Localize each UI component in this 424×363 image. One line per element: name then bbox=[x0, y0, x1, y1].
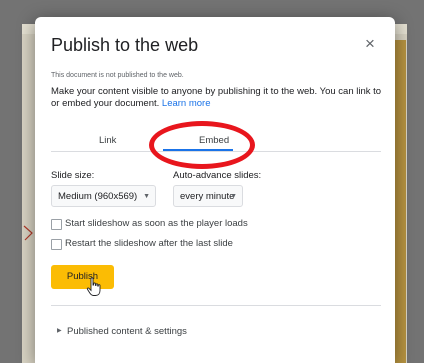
learn-more-link[interactable]: Learn more bbox=[162, 98, 211, 109]
dialog-title: Publish to the web bbox=[51, 35, 199, 55]
auto-advance-select[interactable]: every minute ▼ bbox=[173, 185, 243, 207]
tab-link[interactable]: Link bbox=[99, 135, 116, 146]
description-text: Make your content visible to anyone by p… bbox=[51, 86, 382, 109]
slide-size-label: Slide size: bbox=[51, 170, 95, 181]
start-slideshow-label: Start slideshow as soon as the player lo… bbox=[65, 218, 248, 229]
publish-dialog: Publish to the web × This document is no… bbox=[35, 17, 395, 363]
auto-advance-value: every minute bbox=[180, 191, 235, 202]
auto-advance-label: Auto-advance slides: bbox=[173, 170, 262, 181]
slide-size-select[interactable]: Medium (960x569) ▼ bbox=[51, 185, 156, 207]
expand-triangle-icon: ▶ bbox=[57, 328, 62, 334]
close-icon[interactable]: × bbox=[361, 35, 379, 53]
chevron-down-icon: ▼ bbox=[230, 193, 237, 200]
slide-size-value: Medium (960x569) bbox=[58, 191, 138, 202]
restart-slideshow-label: Restart the slideshow after the last sli… bbox=[65, 238, 233, 249]
background-scribble bbox=[23, 225, 33, 241]
red-circle-annotation bbox=[149, 121, 255, 169]
published-settings-label: Published content & settings bbox=[67, 326, 187, 337]
publish-button[interactable]: Publish bbox=[51, 265, 114, 289]
hand-pointer-icon bbox=[86, 277, 101, 296]
chevron-down-icon: ▼ bbox=[143, 193, 150, 200]
publish-status: This document is not published to the we… bbox=[51, 72, 184, 79]
dialog-description: Make your content visible to anyone by p… bbox=[51, 86, 385, 110]
section-divider bbox=[51, 305, 381, 306]
start-slideshow-checkbox[interactable] bbox=[51, 219, 62, 230]
restart-slideshow-checkbox[interactable] bbox=[51, 239, 62, 250]
